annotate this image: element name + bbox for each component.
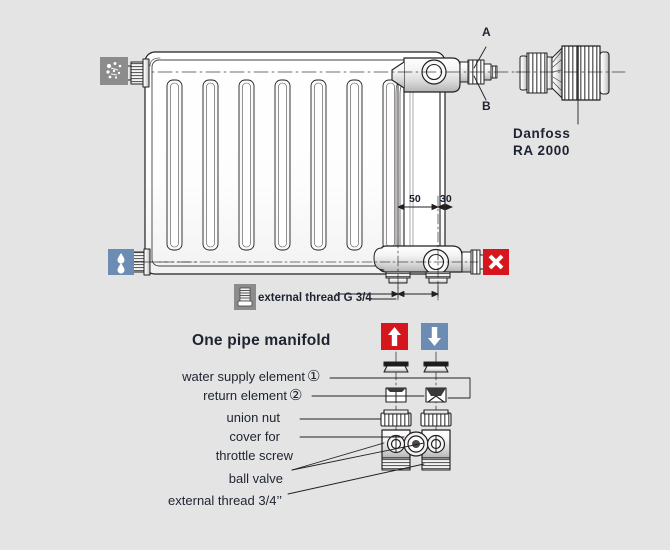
callout-marker-1: ① [307,368,321,385]
drain-badge[interactable] [108,249,134,275]
callout-marker-2: ② [289,387,303,404]
callout-throttle-screw: throttle screw [215,448,293,463]
air-vent-icon [100,57,128,85]
danfoss-brand-line1: Danfoss [513,126,571,141]
arrow-up-icon [381,323,408,350]
diagram-canvas: A B Danfoss RA 2000 50 30 external threa… [0,0,670,550]
supply-flow-badge[interactable] [381,323,408,350]
dimension-30-label: 30 [440,193,452,205]
external-thread-icon-badge [234,284,256,310]
cross-icon [483,249,509,275]
external-thread-icon [234,284,256,310]
callout-external-thread: external thread 3/4’’ [168,493,282,508]
dimension-50-label: 50 [409,193,421,205]
callout-ball-valve: ball valve [228,471,283,486]
danfoss-brand-line2: RA 2000 [513,143,570,158]
callout-return-element: return element [203,388,287,403]
air-vent-badge[interactable] [100,57,128,85]
callout-union-nut: union nut [226,410,281,425]
callout-water-supply-element: water supply element [182,369,305,384]
external-thread-note-label: external thread G 3/4 [258,292,372,304]
callout-b-label: B [482,99,491,113]
callout-a-label: A [482,25,491,39]
manifold-section-title: One pipe manifold [192,332,331,349]
blocked-badge[interactable] [483,249,509,275]
water-drops-icon [108,249,134,275]
callout-cover-for: cover for [229,429,280,444]
arrow-down-icon [421,323,448,350]
return-flow-badge[interactable] [421,323,448,350]
